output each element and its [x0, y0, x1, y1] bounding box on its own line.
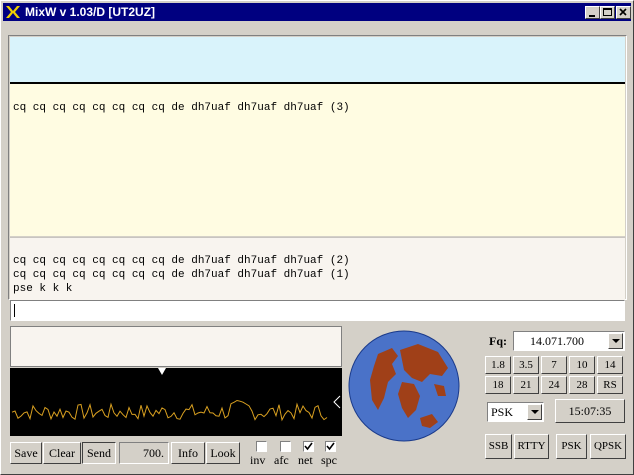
spc-checkbox[interactable] — [325, 441, 336, 452]
spectrum-trace — [11, 399, 328, 422]
inv-checkbox[interactable] — [256, 441, 267, 452]
rx-main-pane[interactable]: cq cq cq cq cq cq cq cq de dh7uaf dh7uaf… — [10, 84, 625, 236]
globe-map[interactable] — [348, 330, 460, 442]
spc-label: spc — [321, 453, 337, 467]
band-button-14[interactable]: 14 — [597, 356, 623, 374]
band-button-1-8[interactable]: 1.8 — [485, 356, 511, 374]
band-button-rs[interactable]: RS — [597, 376, 623, 394]
rx-text-line: cq cq cq cq cq cq cq cq de dh7uaf dh7uaf… — [13, 102, 350, 114]
mode-button-ssb[interactable]: SSB — [485, 434, 512, 459]
band-button-7[interactable]: 7 — [541, 356, 567, 374]
chevron-down-icon[interactable] — [608, 333, 623, 349]
waterfall-pane[interactable] — [10, 326, 342, 367]
spectrum-scope[interactable] — [10, 368, 342, 436]
frequency-select[interactable]: 14.071.700 — [513, 331, 625, 351]
audio-frequency-field[interactable]: 700. — [119, 442, 169, 464]
audio-frequency-value: 700. — [143, 446, 164, 460]
tx-line-3: pse k k k — [13, 283, 73, 295]
net-label: net — [298, 453, 313, 467]
tx-input-field[interactable] — [10, 300, 625, 321]
ssb-label: SSB — [488, 440, 509, 452]
text-caret — [14, 304, 15, 317]
close-icon — [619, 8, 627, 16]
band-button-18[interactable]: 18 — [485, 376, 511, 394]
window-title: MixW v 1.03/D [UT2UZ] — [25, 5, 156, 19]
rx-top-pane[interactable] — [10, 37, 625, 84]
look-label: Look — [210, 446, 236, 460]
send-button[interactable]: Send — [82, 442, 116, 464]
band-button-28[interactable]: 28 — [569, 376, 595, 394]
main-window: MixW v 1.03/D [UT2UZ] cq cq cq cq cq cq … — [0, 0, 634, 475]
mixw-logo-icon — [6, 6, 20, 18]
band-button-10[interactable]: 10 — [569, 356, 595, 374]
check-icon — [326, 442, 335, 451]
maximize-icon — [603, 8, 612, 16]
net-checkbox[interactable] — [303, 441, 314, 452]
send-label: Send — [87, 446, 111, 460]
clear-label: Clear — [49, 446, 75, 460]
tx-line-2: cq cq cq cq cq cq cq cq de dh7uaf dh7uaf… — [13, 269, 350, 281]
psk-label: PSK — [561, 440, 582, 452]
afc-checkbox[interactable] — [280, 441, 291, 452]
band-button-3-5[interactable]: 3.5 — [513, 356, 539, 374]
inv-label: inv — [250, 453, 266, 467]
band-button-21[interactable]: 21 — [513, 376, 539, 394]
qpsk-label: QPSK — [593, 440, 623, 452]
frequency-value: 14.071.700 — [530, 334, 584, 348]
tx-buffer-pane[interactable]: cq cq cq cq cq cq cq cq de dh7uaf dh7uaf… — [10, 237, 625, 300]
info-label: Info — [178, 446, 198, 460]
mode-select-value: PSK — [491, 405, 514, 419]
check-icon — [304, 442, 313, 451]
tuning-marker-icon — [158, 368, 166, 375]
look-button[interactable]: Look — [206, 442, 240, 464]
clock-display: 15:07:35 — [555, 399, 625, 423]
mode-button-psk[interactable]: PSK — [556, 434, 587, 459]
minimize-icon — [589, 15, 595, 17]
rtty-label: RTTY — [517, 440, 546, 452]
mode-button-rtty[interactable]: RTTY — [514, 434, 549, 459]
minimize-button[interactable] — [585, 6, 600, 19]
save-label: Save — [14, 446, 38, 460]
clock-value: 15:07:35 — [568, 404, 612, 418]
spectrum-graph — [11, 368, 341, 422]
mode-select[interactable]: PSK — [487, 402, 544, 422]
mode-button-qpsk[interactable]: QPSK — [590, 434, 626, 459]
title-bar[interactable]: MixW v 1.03/D [UT2UZ] — [3, 3, 631, 21]
level-marker-icon — [333, 395, 341, 409]
close-button[interactable] — [616, 6, 631, 19]
info-button[interactable]: Info — [171, 442, 205, 464]
save-button[interactable]: Save — [10, 442, 42, 464]
chevron-down-icon[interactable] — [527, 404, 542, 420]
clear-button[interactable]: Clear — [43, 442, 81, 464]
frequency-label: Fq: — [489, 334, 507, 348]
band-button-24[interactable]: 24 — [541, 376, 567, 394]
maximize-button[interactable] — [600, 6, 615, 19]
tx-line-1: cq cq cq cq cq cq cq cq de dh7uaf dh7uaf… — [13, 255, 350, 267]
afc-label: afc — [274, 453, 289, 467]
